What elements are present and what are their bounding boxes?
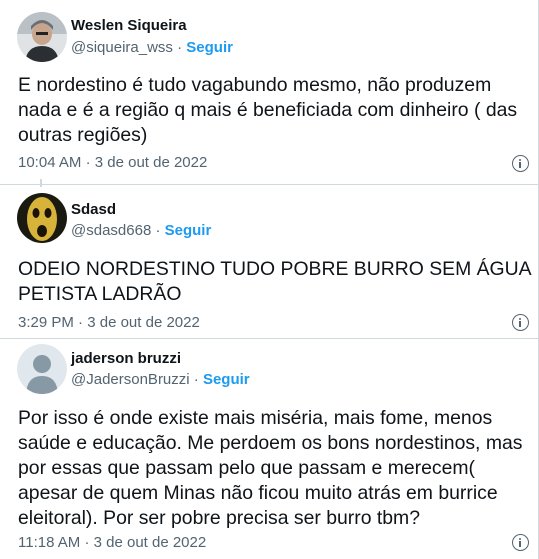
tweet-timestamp[interactable]: 3:29 PM · 3 de out de 2022 bbox=[18, 314, 200, 331]
author-name[interactable]: Sdasd bbox=[71, 201, 116, 218]
separator-dot: · bbox=[177, 39, 183, 56]
author-name[interactable]: Weslen Siqueira bbox=[71, 17, 187, 34]
author-name[interactable]: jaderson bruzzi bbox=[71, 350, 181, 367]
meta-separator: · bbox=[84, 534, 90, 551]
tweet-time: 10:04 AM bbox=[18, 154, 82, 171]
tweet-time: 3:29 PM bbox=[18, 314, 74, 331]
tweet-text: ODEIO NORDESTINO TUDO POBRE BURRO SEM ÁG… bbox=[18, 258, 531, 305]
info-icon[interactable] bbox=[512, 534, 529, 551]
avatar-mask-icon bbox=[17, 193, 67, 243]
tweet-date: 3 de out de 2022 bbox=[94, 154, 208, 171]
tweet-1[interactable]: Weslen Siqueira @siqueira_wss · Seguir E… bbox=[0, 0, 538, 183]
author-handle[interactable]: @sdasd668 bbox=[71, 222, 151, 239]
tweet-timestamp[interactable]: 10:04 AM · 3 de out de 2022 bbox=[18, 154, 207, 171]
author-handle[interactable]: @JadersonBruzzi bbox=[71, 371, 190, 388]
separator-dot: · bbox=[155, 222, 161, 239]
tweet-date: 3 de out de 2022 bbox=[87, 314, 200, 331]
avatar[interactable] bbox=[17, 193, 67, 243]
meta-separator: · bbox=[78, 314, 84, 331]
avatar-photo-icon bbox=[17, 12, 67, 62]
avatar[interactable] bbox=[17, 344, 67, 394]
tweet-timestamp[interactable]: 11:18 AM · 3 de out de 2022 bbox=[18, 534, 206, 551]
author-handle-line: @JadersonBruzzi · Seguir bbox=[71, 371, 250, 388]
author-handle-line: @sdasd668 · Seguir bbox=[71, 222, 211, 239]
follow-button[interactable]: Seguir bbox=[203, 371, 250, 388]
tweet-time: 11:18 AM bbox=[18, 534, 81, 551]
author-handle[interactable]: @siqueira_wss bbox=[71, 39, 173, 56]
default-avatar-icon bbox=[17, 344, 67, 394]
tweet-date: 3 de out de 2022 bbox=[93, 534, 207, 551]
tweet-collage: Weslen Siqueira @siqueira_wss · Seguir E… bbox=[0, 0, 539, 559]
tweet-text: E nordestino é tudo vagabundo mesmo, não… bbox=[18, 74, 518, 146]
meta-separator: · bbox=[85, 154, 91, 171]
separator-dot: · bbox=[193, 371, 199, 388]
info-icon[interactable] bbox=[512, 314, 529, 331]
tweet-text: Por isso é onde existe mais miséria, mai… bbox=[18, 407, 523, 529]
info-icon[interactable] bbox=[512, 155, 529, 172]
author-handle-line: @siqueira_wss · Seguir bbox=[71, 39, 233, 56]
tweet-3[interactable]: jaderson bruzzi @JadersonBruzzi · Seguir… bbox=[0, 339, 538, 559]
follow-button[interactable]: Seguir bbox=[186, 39, 233, 56]
tweet-2[interactable]: Sdasd @sdasd668 · Seguir ODEIO NORDESTIN… bbox=[0, 185, 538, 337]
avatar[interactable] bbox=[17, 12, 67, 62]
follow-button[interactable]: Seguir bbox=[165, 222, 212, 239]
